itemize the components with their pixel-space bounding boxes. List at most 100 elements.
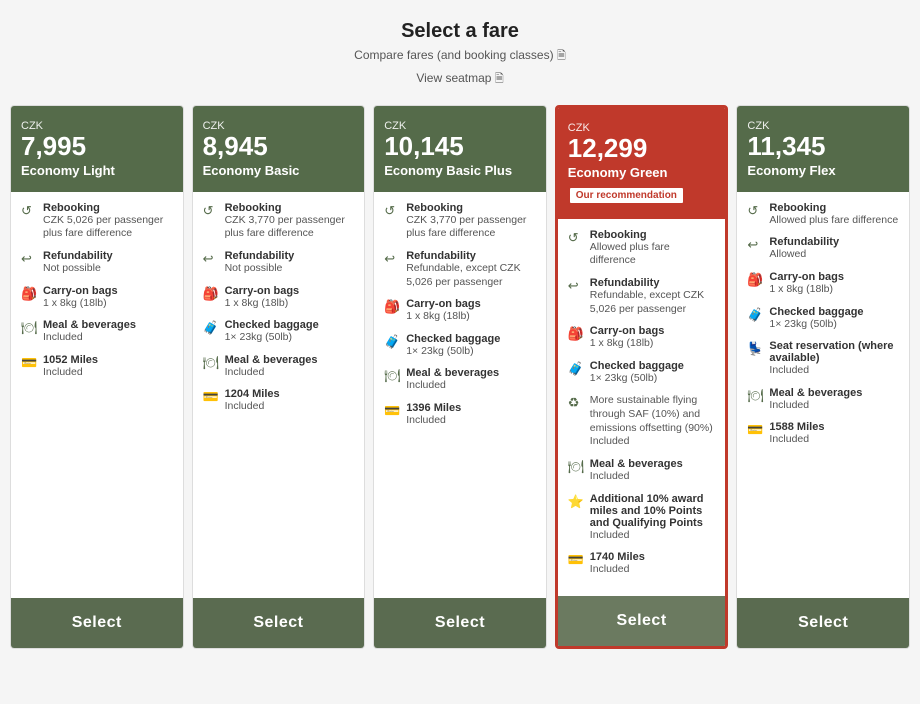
feature-icon: 🍽	[568, 459, 584, 475]
feature-item: 🍽Meal & beveragesIncluded	[203, 354, 355, 380]
feature-title: Meal & beverages	[590, 458, 683, 470]
feature-title: Rebooking	[43, 202, 173, 214]
feature-desc: Allowed plus fare difference	[590, 241, 716, 268]
fare-name: Economy Basic	[203, 163, 355, 178]
feature-title: 1588 Miles	[769, 421, 824, 433]
select-button-economy-basic[interactable]: Select	[193, 598, 365, 648]
feature-item: 🎒 Carry-on bags1 x 8kg (18lb)	[747, 271, 899, 297]
select-button-economy-green[interactable]: Select	[558, 596, 726, 646]
feature-icon: 💳	[568, 552, 584, 568]
feature-item: 🍽 Meal & beveragesIncluded	[384, 367, 536, 393]
feature-text: RefundabilityAllowed	[769, 236, 839, 262]
select-button-economy-basic-plus[interactable]: Select	[374, 598, 546, 648]
fare-card-economy-flex: CZK11,345Economy Flex↺RebookingAllowed p…	[736, 105, 910, 649]
fare-card-header-economy-green: CZK12,299Economy GreenOur recommendation	[558, 108, 726, 219]
feature-item: 🍽Meal & beveragesIncluded	[747, 387, 899, 413]
compare-fares-link[interactable]: Compare fares (and booking classes) 🗎	[354, 47, 566, 66]
fare-features-economy-basic: ↺RebookingCZK 3,770 per passenger plus f…	[193, 192, 365, 598]
feature-desc: 1 x 8kg (18lb)	[769, 283, 844, 297]
feature-text: 1204 MilesIncluded	[225, 388, 280, 414]
fare-name: Economy Light	[21, 163, 173, 178]
fare-price-amount: 7,995	[21, 132, 173, 161]
feature-icon: 🎒	[747, 272, 763, 288]
feature-icon: 💳	[747, 422, 763, 438]
fare-card-header-economy-basic: CZK8,945Economy Basic	[193, 106, 365, 192]
feature-text: 1588 MilesIncluded	[769, 421, 824, 447]
feature-item: 💺Seat reservation (where available)Inclu…	[747, 340, 899, 378]
feature-desc: Included	[590, 529, 716, 543]
feature-icon: 🍽	[384, 368, 400, 384]
select-button-economy-flex[interactable]: Select	[737, 598, 909, 648]
feature-text: Carry-on bags1 x 8kg (18lb)	[43, 285, 118, 311]
feature-title: Meal & beverages	[406, 367, 499, 379]
feature-icon: ↺	[203, 203, 219, 219]
feature-desc: Included	[406, 414, 461, 428]
feature-text: Meal & beveragesIncluded	[590, 458, 683, 484]
feature-icon: ↺	[21, 203, 37, 219]
feature-item: 🎒Carry-on bags1 x 8kg (18lb)	[21, 285, 173, 311]
feature-desc: Included	[769, 433, 824, 447]
fare-name: Economy Basic Plus	[384, 163, 536, 178]
feature-desc: 1× 23kg (50lb)	[406, 345, 500, 359]
feature-item: 💳1052 MilesIncluded	[21, 354, 173, 380]
feature-item: ♻More sustainable flying through SAF (10…	[568, 394, 716, 449]
feature-desc: Refundable, except CZK 5,026 per passeng…	[406, 262, 536, 289]
select-button-economy-light[interactable]: Select	[11, 598, 183, 648]
feature-desc: CZK 3,770 per passenger plus fare differ…	[225, 214, 355, 241]
feature-desc: 1× 23kg (50lb)	[225, 331, 319, 345]
feature-text: Meal & beveragesIncluded	[225, 354, 318, 380]
feature-item: ↩RefundabilityRefundable, except CZK 5,0…	[384, 250, 536, 289]
feature-item: 💳 1588 MilesIncluded	[747, 421, 899, 447]
feature-title: Carry-on bags	[769, 271, 844, 283]
feature-title: Carry-on bags	[406, 298, 481, 310]
feature-desc: Included	[406, 379, 499, 393]
feature-item: 💳1204 MilesIncluded	[203, 388, 355, 414]
feature-title: Meal & beverages	[225, 354, 318, 366]
feature-item: 🎒Carry-on bags1 x 8kg (18lb)	[568, 325, 716, 351]
feature-item: 🧳 Checked baggage1× 23kg (50lb)	[384, 333, 536, 359]
feature-desc: Not possible	[43, 262, 113, 276]
fare-card-economy-basic: CZK8,945Economy Basic↺RebookingCZK 3,770…	[192, 105, 366, 649]
feature-item: 🧳Checked baggage1× 23kg (50lb)	[747, 306, 899, 332]
feature-item: ↩RefundabilityNot possible	[21, 250, 173, 276]
feature-title: Carry-on bags	[225, 285, 300, 297]
feature-icon: 🎒	[203, 286, 219, 302]
feature-icon: 🧳	[203, 320, 219, 336]
feature-desc: Included	[225, 400, 280, 414]
fare-price-amount: 8,945	[203, 132, 355, 161]
seatmap-link[interactable]: View seatmap 🗎	[354, 70, 566, 89]
feature-icon: ↺	[384, 203, 400, 219]
feature-title: 1204 Miles	[225, 388, 280, 400]
feature-icon: 🎒	[384, 299, 400, 315]
feature-desc: Included	[225, 366, 318, 380]
feature-desc: 1× 23kg (50lb)	[769, 318, 863, 332]
feature-icon: 🍽	[21, 320, 37, 336]
feature-icon: 🧳	[568, 361, 584, 377]
feature-item: 🧳 Checked baggage1× 23kg (50lb)	[203, 319, 355, 345]
feature-item: ↩RefundabilityRefundable, except CZK 5,0…	[568, 277, 716, 316]
feature-title: Refundability	[406, 250, 536, 262]
feature-title: 1052 Miles	[43, 354, 98, 366]
feature-item: 🍽 Meal & beveragesIncluded	[21, 319, 173, 345]
feature-title: Checked baggage	[769, 306, 863, 318]
feature-title: Carry-on bags	[43, 285, 118, 297]
feature-text: Checked baggage1× 23kg (50lb)	[225, 319, 319, 345]
feature-item: 🧳Checked baggage1× 23kg (50lb)	[568, 360, 716, 386]
feature-desc: 1 x 8kg (18lb)	[590, 337, 665, 351]
feature-text: More sustainable flying through SAF (10%…	[590, 394, 716, 449]
fare-price-amount: 12,299	[568, 134, 716, 163]
feature-icon: ↺	[747, 203, 763, 219]
feature-desc: Included	[769, 364, 899, 378]
feature-text: RefundabilityNot possible	[225, 250, 295, 276]
feature-text: Checked baggage1× 23kg (50lb)	[406, 333, 500, 359]
feature-desc: CZK 5,026 per passenger plus fare differ…	[43, 214, 173, 241]
feature-desc: More sustainable flying through SAF (10%…	[590, 394, 716, 449]
feature-icon: 🧳	[384, 334, 400, 350]
feature-icon: 🍽	[747, 388, 763, 404]
feature-desc: Included	[590, 470, 683, 484]
feature-text: Meal & beveragesIncluded	[43, 319, 136, 345]
fare-price-label: CZK	[21, 120, 173, 132]
feature-icon: ↩	[747, 237, 763, 253]
feature-title: Seat reservation (where available)	[769, 340, 899, 364]
feature-title: Additional 10% award miles and 10% Point…	[590, 493, 716, 529]
